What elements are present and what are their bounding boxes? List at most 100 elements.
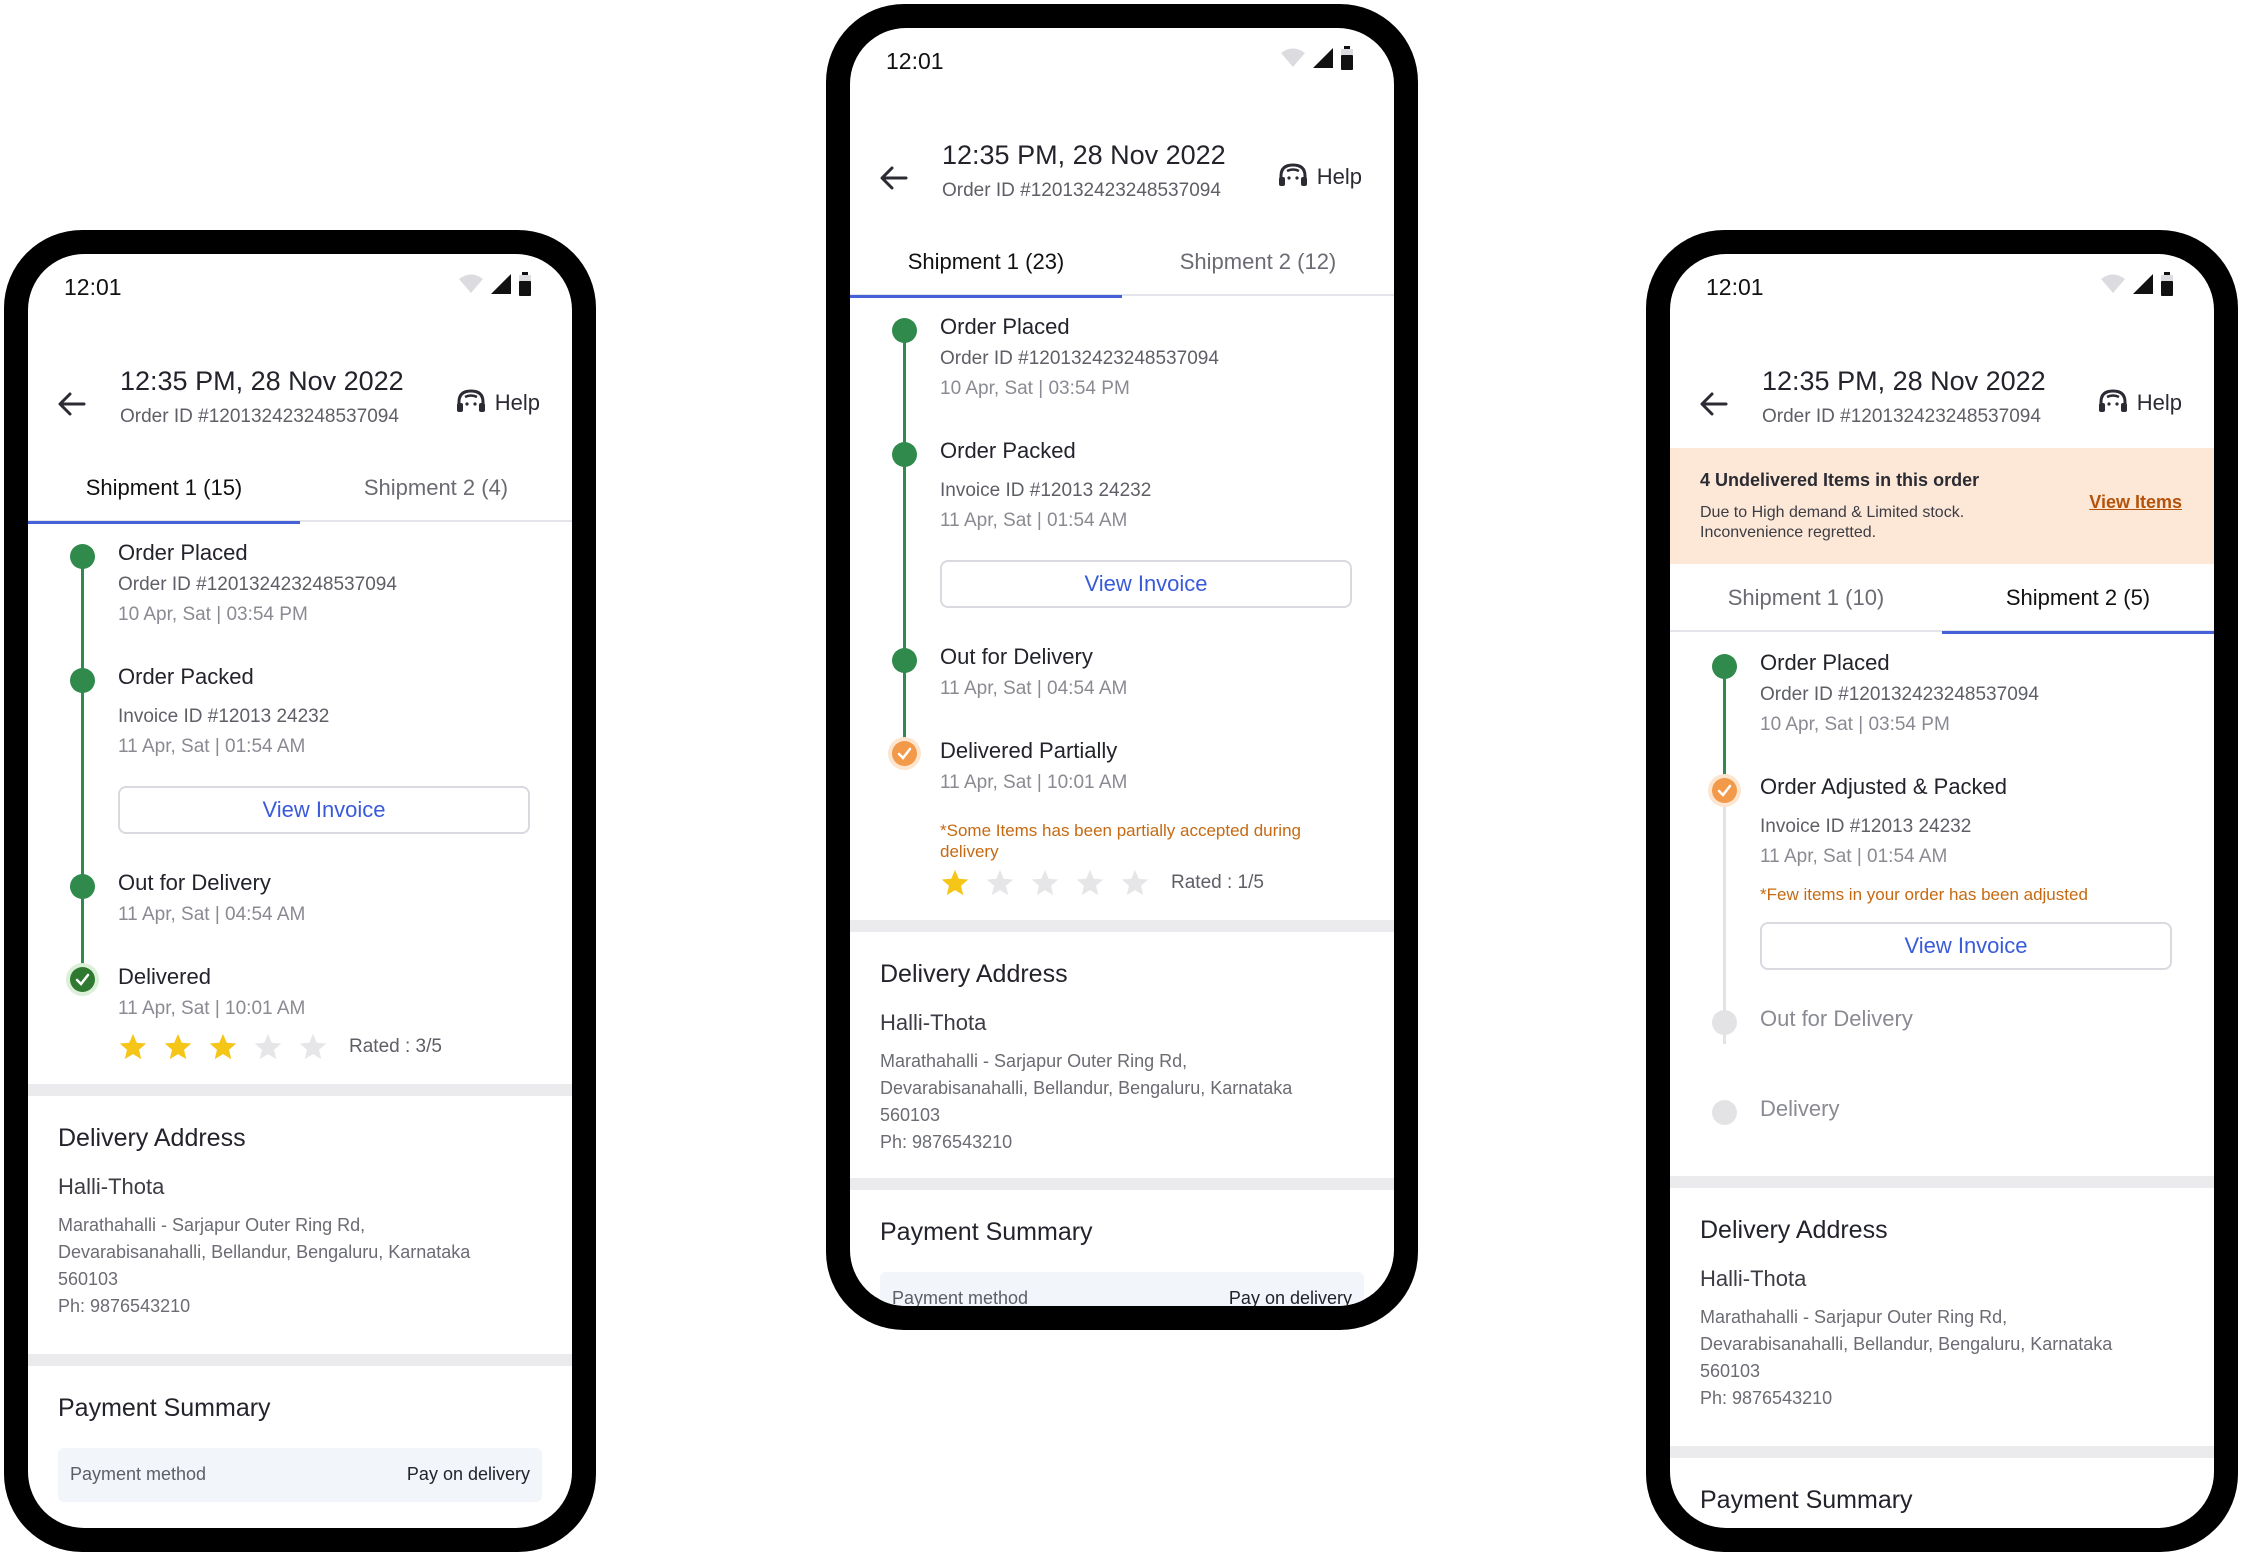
order-timeline: Order Placed Order ID #12013242324853709… (28, 524, 572, 1019)
section-divider (850, 1178, 1394, 1190)
tab-shipment-2[interactable]: Shipment 2 (12) (1122, 228, 1394, 296)
rating-stars[interactable]: Rated : 3/5 (118, 1032, 442, 1062)
rating-stars[interactable]: Rated : 1/5 (940, 868, 1264, 898)
order-id: Order ID #120132423248537094 (120, 406, 399, 427)
step-dot-pending (1712, 1010, 1737, 1035)
step-detail: Order ID #120132423248537094 (1760, 684, 2039, 705)
payment-method-label: Payment method (892, 1288, 1029, 1306)
check-icon (897, 747, 912, 760)
tab-shipment-1[interactable]: Shipment 1 (23) (850, 228, 1122, 298)
headset-icon (1278, 163, 1307, 186)
step-title: Order Packed (118, 664, 254, 689)
timeline-connector-pending (1723, 794, 1726, 1044)
timeline-connector (903, 330, 906, 750)
undelivered-items-banner: 4 Undelivered Items in this order Due to… (1670, 448, 2214, 564)
view-items-link[interactable]: View Items (2089, 492, 2182, 513)
battery-icon (2161, 272, 2173, 296)
back-arrow-icon[interactable] (56, 388, 88, 420)
status-icons (2100, 272, 2174, 296)
star-icon[interactable] (118, 1032, 148, 1062)
step-title: Order Placed (1760, 650, 1890, 675)
wifi-icon (1281, 48, 1305, 67)
step-dot-done (70, 874, 95, 899)
battery-icon (1341, 46, 1353, 70)
back-arrow-icon[interactable] (1698, 388, 1730, 420)
phone-screen-2: 12:01 12:35 PM, 28 Nov 2022 Order ID #12… (826, 4, 1418, 1330)
tab-shipment-2[interactable]: Shipment 2 (4) (300, 454, 572, 522)
step-detail: Order ID #120132423248537094 (118, 574, 397, 595)
step-dot-pending (1712, 1100, 1737, 1125)
timeline-connector (81, 556, 84, 984)
view-invoice-button[interactable]: View Invoice (940, 560, 1352, 608)
order-header: 12:35 PM, 28 Nov 2022 Order ID #12013242… (28, 358, 572, 448)
status-bar: 12:01 (1670, 254, 2214, 314)
shipment-tabs: Shipment 1 (10) Shipment 2 (5) (1670, 564, 2214, 634)
address-line: Marathahalli - Sarjapur Outer Ring Rd, (880, 1051, 1188, 1071)
step-time: 11 Apr, Sat | 10:01 AM (940, 772, 1128, 793)
star-icon[interactable] (1075, 868, 1105, 898)
star-icon[interactable] (163, 1032, 193, 1062)
step-time: 11 Apr, Sat | 01:54 AM (940, 510, 1128, 531)
status-icons (1280, 46, 1354, 70)
battery-icon (519, 272, 531, 296)
status-time: 12:01 (1706, 274, 1764, 300)
step-detail: Order ID #120132423248537094 (940, 348, 1219, 369)
view-invoice-button[interactable]: View Invoice (1760, 922, 2172, 970)
payment-method-value: Pay on delivery (406, 1464, 530, 1484)
payment-method-value: Pay on delivery (1228, 1288, 1352, 1306)
shipment-tabs: Shipment 1 (23) Shipment 2 (12) (850, 228, 1394, 298)
address-line: Devarabisanahalli, Bellandur, Bengaluru,… (1700, 1334, 2113, 1354)
status-bar: 12:01 (850, 28, 1394, 88)
step-time: 10 Apr, Sat | 03:54 PM (1760, 714, 1950, 735)
star-icon[interactable] (1120, 868, 1150, 898)
address-line: Marathahalli - Sarjapur Outer Ring Rd, (1700, 1307, 2008, 1327)
delivery-address-title: Delivery Address (1700, 1216, 1888, 1244)
step-time: 11 Apr, Sat | 01:54 AM (1760, 846, 1948, 867)
payment-method-row: Payment method Pay on delivery (58, 1448, 542, 1502)
order-datetime: 12:35 PM, 28 Nov 2022 (120, 366, 404, 396)
delivery-address-title: Delivery Address (58, 1124, 246, 1152)
order-id: Order ID #120132423248537094 (1762, 406, 2041, 427)
order-header: 12:35 PM, 28 Nov 2022 Order ID #12013242… (850, 132, 1394, 222)
order-header: 12:35 PM, 28 Nov 2022 Order ID #12013242… (1670, 358, 2214, 448)
star-icon[interactable] (253, 1032, 283, 1062)
section-divider (1670, 1446, 2214, 1458)
help-button[interactable]: Help (1277, 162, 1362, 192)
step-title: Out for Delivery (1760, 1006, 1913, 1031)
banner-title: 4 Undelivered Items in this order (1700, 470, 1980, 490)
view-invoice-button[interactable]: View Invoice (118, 786, 530, 834)
help-button[interactable]: Help (2097, 388, 2182, 418)
address-line: 560103 (880, 1105, 941, 1125)
signal-icon (2133, 274, 2153, 294)
star-icon[interactable] (940, 868, 970, 898)
tab-shipment-1[interactable]: Shipment 1 (15) (28, 454, 300, 524)
section-divider (850, 920, 1394, 932)
payment-method-row: Payment method Pay on delivery (880, 1272, 1364, 1306)
help-label: Help (1316, 164, 1362, 189)
step-title: Order Adjusted & Packed (1760, 774, 2008, 799)
step-title: Out for Delivery (118, 870, 271, 895)
back-arrow-icon[interactable] (878, 162, 910, 194)
star-icon[interactable] (208, 1032, 238, 1062)
star-icon[interactable] (1030, 868, 1060, 898)
screen: 12:01 12:35 PM, 28 Nov 2022 Order ID #12… (850, 28, 1394, 1306)
headset-icon (2098, 389, 2127, 412)
step-dot-delivered (70, 967, 95, 992)
address-name: Halli-Thota (1700, 1266, 1807, 1291)
status-bar: 12:01 (28, 254, 572, 314)
step-detail: Invoice ID #12013 24232 (940, 480, 1152, 501)
star-icon[interactable] (298, 1032, 328, 1062)
step-dot-done (892, 442, 917, 467)
tab-shipment-2[interactable]: Shipment 2 (5) (1942, 564, 2214, 634)
help-button[interactable]: Help (455, 388, 540, 418)
star-icon[interactable] (985, 868, 1015, 898)
order-datetime: 12:35 PM, 28 Nov 2022 (1762, 366, 2046, 396)
delivery-address-title: Delivery Address (880, 960, 1068, 988)
step-title: Order Placed (940, 314, 1070, 339)
step-title: Delivered Partially (940, 738, 1118, 763)
screen: 12:01 12:35 PM, 28 Nov 2022 Order ID #12… (1670, 254, 2214, 1528)
help-label: Help (2136, 390, 2182, 415)
tab-shipment-1[interactable]: Shipment 1 (10) (1670, 564, 1942, 632)
step-title: Delivered (118, 964, 211, 989)
step-time: 10 Apr, Sat | 03:54 PM (118, 604, 308, 625)
